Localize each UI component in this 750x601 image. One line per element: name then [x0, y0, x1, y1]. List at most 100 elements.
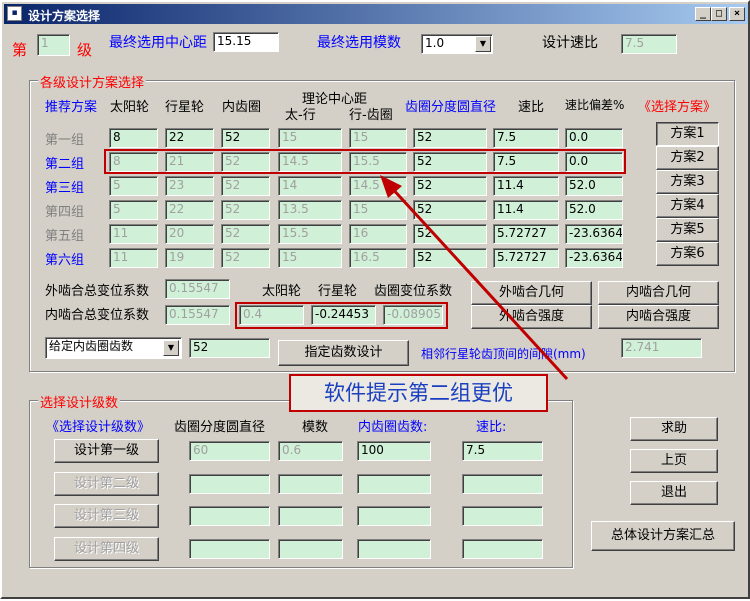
- int-coeff-field[interactable]: 0.15547: [165, 305, 230, 325]
- ratio-deviation-field[interactable]: -23.6364: [565, 248, 623, 268]
- cd-planet-ring-field[interactable]: 15: [349, 200, 407, 220]
- maximize-button[interactable]: □: [711, 7, 727, 21]
- ring-diameter-field[interactable]: 52: [413, 128, 487, 148]
- close-button[interactable]: ×: [729, 7, 745, 21]
- ring-diameter-field[interactable]: 52: [413, 152, 487, 172]
- ratio-deviation-field[interactable]: 0.0: [565, 152, 623, 172]
- given-mode-select[interactable]: 给定内齿圈齿数 ▼: [45, 337, 182, 359]
- cd-planet-ring-field[interactable]: 16.5: [349, 248, 407, 268]
- stage-number-field[interactable]: 1: [37, 34, 70, 56]
- sun-coeff-field[interactable]: 0.4: [239, 305, 304, 325]
- stage-ratio-field[interactable]: [462, 474, 543, 494]
- ratio-field[interactable]: 7.5: [493, 128, 559, 148]
- cd-sun-planet-field[interactable]: 14: [278, 176, 342, 196]
- plan-1-button[interactable]: 方案1: [656, 122, 719, 146]
- plan-6-button[interactable]: 方案6: [656, 242, 719, 266]
- int-strength-button[interactable]: 内啮合强度: [598, 305, 719, 329]
- exit-button[interactable]: 退出: [630, 481, 718, 505]
- ratio-field[interactable]: 11.4: [493, 200, 559, 220]
- ratio-field[interactable]: 5.72727: [493, 248, 559, 268]
- help-button[interactable]: 求助: [630, 417, 718, 441]
- sun-teeth-field[interactable]: 5: [109, 176, 158, 196]
- cd-sun-planet-field[interactable]: 14.5: [278, 152, 342, 172]
- plan-2-button[interactable]: 方案2: [656, 146, 719, 170]
- cd-sun-planet-field[interactable]: 13.5: [278, 200, 342, 220]
- cd-sun-planet-field[interactable]: 15.5: [278, 224, 342, 244]
- stage-ratio-field[interactable]: [462, 539, 543, 559]
- stage-diameter-field[interactable]: [189, 506, 270, 526]
- ratio-deviation-field[interactable]: 52.0: [565, 176, 623, 196]
- stage-module-field[interactable]: [278, 506, 343, 526]
- sun-teeth-field[interactable]: 5: [109, 200, 158, 220]
- module-select[interactable]: 1.0 ▼: [421, 34, 493, 54]
- stage-diameter-field[interactable]: 60: [189, 441, 270, 461]
- given-teeth-field[interactable]: 52: [189, 338, 270, 358]
- planet-teeth-field[interactable]: 22: [165, 200, 214, 220]
- planet-teeth-field[interactable]: 19: [165, 248, 214, 268]
- sun-teeth-field[interactable]: 11: [109, 224, 158, 244]
- stage-teeth-field[interactable]: [357, 506, 431, 526]
- stage-teeth-field[interactable]: 100: [357, 441, 431, 461]
- ratio-deviation-field[interactable]: 52.0: [565, 200, 623, 220]
- ring-diameter-field[interactable]: 52: [413, 248, 487, 268]
- planet-gap-field[interactable]: 2.741: [621, 338, 702, 358]
- ring-teeth-field[interactable]: 52: [221, 200, 270, 220]
- planet-teeth-field[interactable]: 20: [165, 224, 214, 244]
- cd-planet-ring-field[interactable]: 16: [349, 224, 407, 244]
- cd-planet-ring-field[interactable]: 15: [349, 128, 407, 148]
- ratio-field[interactable]: 11.4: [493, 176, 559, 196]
- sun-teeth-field[interactable]: 8: [109, 128, 158, 148]
- ring-diameter-field[interactable]: 52: [413, 176, 487, 196]
- ring-teeth-field[interactable]: 52: [221, 248, 270, 268]
- ring-coeff-field[interactable]: -0.08905: [383, 305, 443, 325]
- ext-geometry-button[interactable]: 外啮合几何: [471, 281, 592, 305]
- ring-teeth-field[interactable]: 52: [221, 176, 270, 196]
- ring-teeth-field[interactable]: 52: [221, 152, 270, 172]
- ring-diameter-field[interactable]: 52: [413, 200, 487, 220]
- stage-ratio-field[interactable]: [462, 506, 543, 526]
- planet-teeth-field[interactable]: 22: [165, 128, 214, 148]
- stage-teeth-field[interactable]: [357, 474, 431, 494]
- sun-teeth-field[interactable]: 8: [109, 152, 158, 172]
- speed-ratio-field[interactable]: 7.5: [621, 34, 677, 54]
- overall-summary-button[interactable]: 总体设计方案汇总: [591, 521, 735, 551]
- stage-ratio-field[interactable]: 7.5: [462, 441, 543, 461]
- ring-teeth-field[interactable]: 52: [221, 224, 270, 244]
- minimize-button[interactable]: _: [695, 7, 711, 21]
- planet-teeth-field[interactable]: 23: [165, 176, 214, 196]
- ratio-field[interactable]: 5.72727: [493, 224, 559, 244]
- int-geometry-button[interactable]: 内啮合几何: [598, 281, 719, 305]
- cd-planet-ring-field[interactable]: 14.5: [349, 176, 407, 196]
- plan-3-button[interactable]: 方案3: [656, 170, 719, 194]
- assign-teeth-button[interactable]: 指定齿数设计: [278, 340, 409, 366]
- sun-teeth-field[interactable]: 11: [109, 248, 158, 268]
- chevron-down-icon[interactable]: ▼: [163, 340, 179, 356]
- ratio-deviation-field[interactable]: 0.0: [565, 128, 623, 148]
- previous-page-button[interactable]: 上页: [630, 449, 718, 473]
- stage-module-field[interactable]: [278, 474, 343, 494]
- ext-strength-button[interactable]: 外啮合强度: [471, 305, 592, 329]
- stage-module-field[interactable]: [278, 539, 343, 559]
- chevron-down-icon[interactable]: ▼: [475, 36, 491, 52]
- stage-diameter-field[interactable]: [189, 474, 270, 494]
- cd-sun-planet-field[interactable]: 15: [278, 248, 342, 268]
- ring-teeth-field[interactable]: 52: [221, 128, 270, 148]
- ratio-deviation-field[interactable]: -23.6364: [565, 224, 623, 244]
- cd-sun-planet-field[interactable]: 15: [278, 128, 342, 148]
- ring-diameter-field[interactable]: 52: [413, 224, 487, 244]
- ratio-field[interactable]: 7.5: [493, 152, 559, 172]
- center-distance-field[interactable]: 15.15: [213, 32, 279, 52]
- design-stage-2-button[interactable]: 设计第二级: [54, 472, 159, 496]
- planet-teeth-field[interactable]: 21: [165, 152, 214, 172]
- stage-module-field[interactable]: 0.6: [278, 441, 343, 461]
- plan-5-button[interactable]: 方案5: [656, 218, 719, 242]
- design-stage-4-button[interactable]: 设计第四级: [54, 537, 159, 561]
- stage-teeth-field[interactable]: [357, 539, 431, 559]
- plan-4-button[interactable]: 方案4: [656, 194, 719, 218]
- design-stage-3-button[interactable]: 设计第三级: [54, 504, 159, 528]
- cd-planet-ring-field[interactable]: 15.5: [349, 152, 407, 172]
- ext-coeff-field[interactable]: 0.15547: [165, 279, 230, 299]
- design-stage-1-button[interactable]: 设计第一级: [54, 439, 159, 463]
- stage-diameter-field[interactable]: [189, 539, 270, 559]
- planet-coeff-field[interactable]: -0.24453: [311, 305, 376, 325]
